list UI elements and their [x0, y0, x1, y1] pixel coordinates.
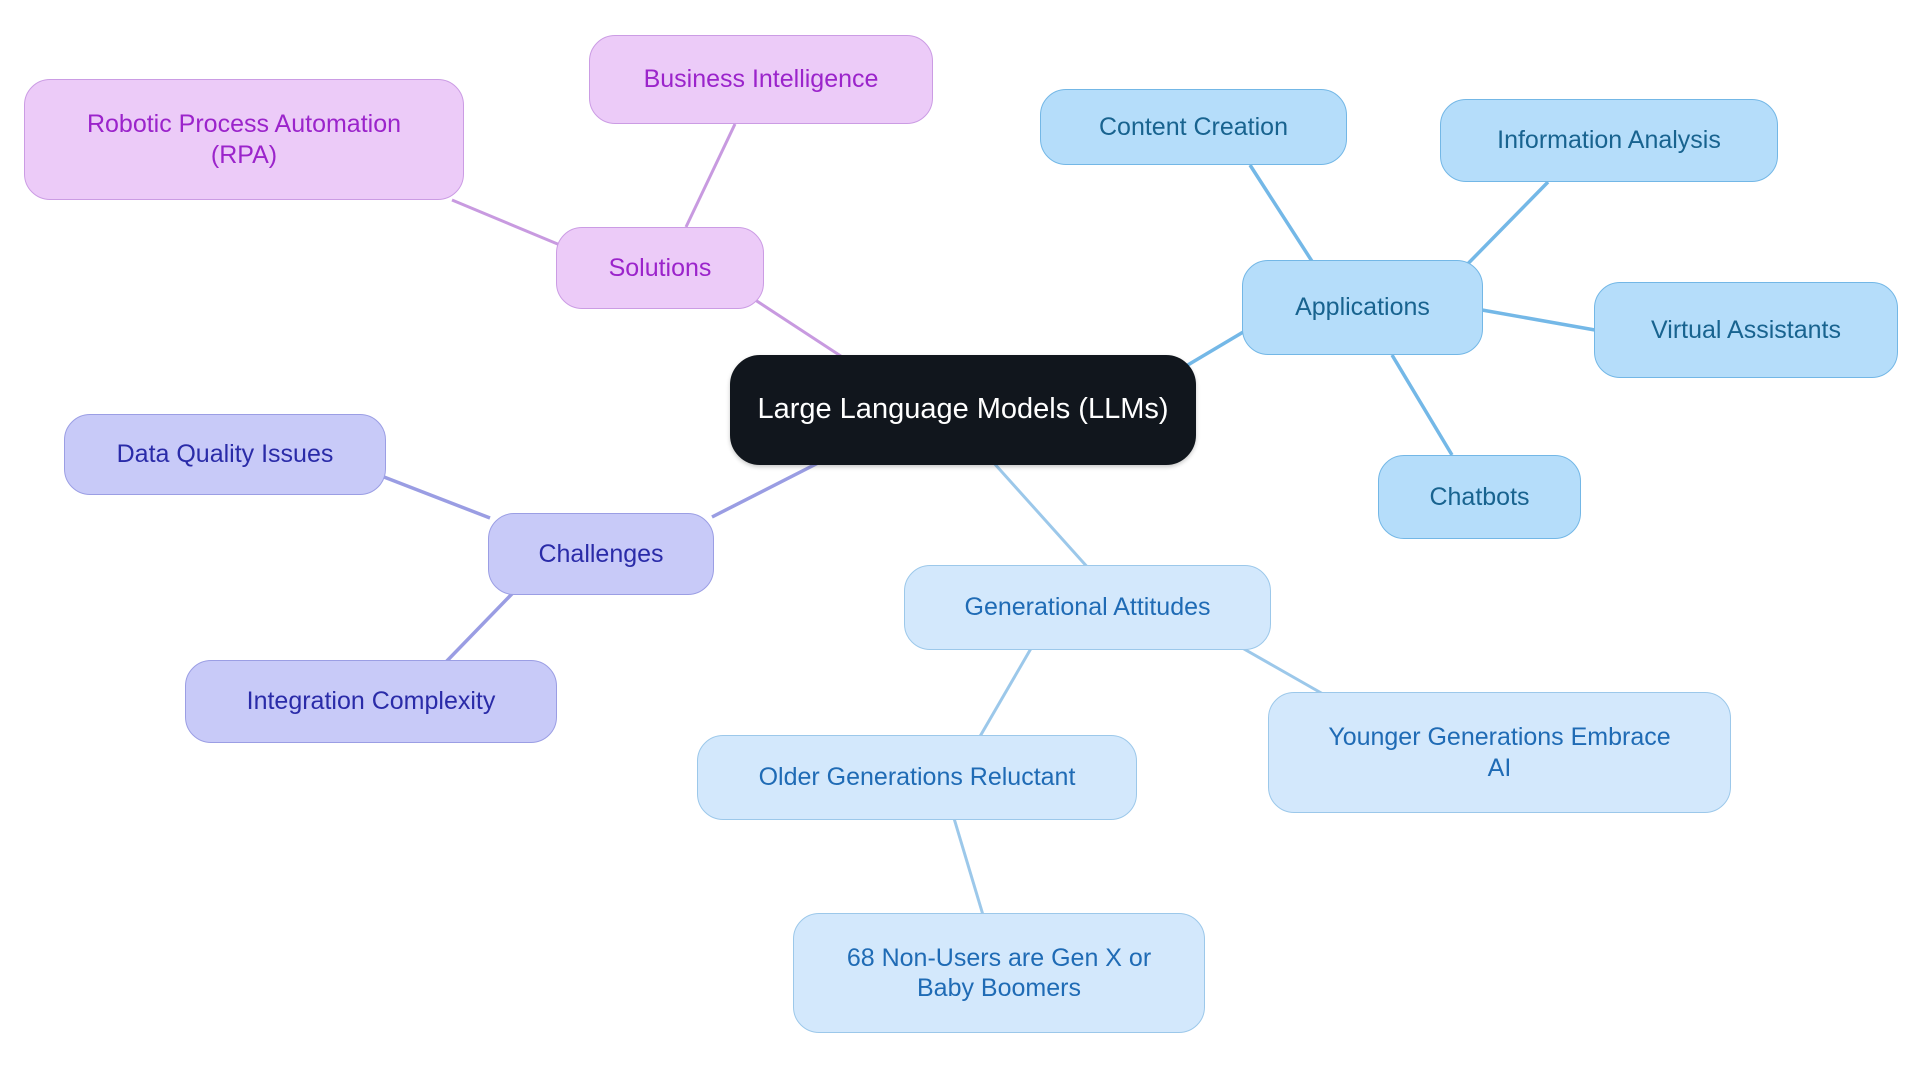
node-virtual-assistants-label: Virtual Assistants — [1651, 315, 1841, 344]
node-older-generations-reluctant[interactable]: Older Generations Reluctant — [697, 735, 1137, 820]
node-younger-generations-embrace-ai[interactable]: Younger Generations Embrace AI — [1268, 692, 1731, 813]
node-business-intelligence-label: Business Intelligence — [643, 65, 879, 94]
node-chatbots-label: Chatbots — [1429, 482, 1530, 511]
node-generational-attitudes[interactable]: Generational Attitudes — [904, 565, 1271, 650]
node-older-generations-reluctant-label: Older Generations Reluctant — [758, 763, 1076, 792]
mindmap-canvas: Large Language Models (LLMs) Solutions R… — [0, 0, 1920, 1083]
node-root[interactable]: Large Language Models (LLMs) — [730, 355, 1196, 465]
edge-root-generational — [991, 460, 1092, 572]
edge-applications-chatbots — [1390, 354, 1454, 456]
node-root-label: Large Language Models (LLMs) — [757, 393, 1169, 426]
node-non-users-stat-label: 68 Non-Users are Gen X or Baby Boomers — [846, 943, 1152, 1003]
edge-generational-younger — [1236, 643, 1331, 700]
node-content-creation[interactable]: Content Creation — [1040, 89, 1347, 165]
node-integration-complexity[interactable]: Integration Complexity — [185, 660, 557, 743]
node-generational-attitudes-label: Generational Attitudes — [964, 593, 1211, 622]
node-solutions[interactable]: Solutions — [556, 227, 764, 309]
node-applications[interactable]: Applications — [1242, 260, 1483, 355]
edge-solutions-bi — [684, 123, 737, 228]
node-chatbots[interactable]: Chatbots — [1378, 455, 1581, 539]
edge-solutions-rpa — [451, 198, 561, 247]
node-robotic-process-automation-label: Robotic Process Automation (RPA) — [86, 110, 402, 169]
node-information-analysis-label: Information Analysis — [1497, 126, 1721, 155]
node-robotic-process-automation[interactable]: Robotic Process Automation (RPA) — [24, 79, 464, 200]
node-business-intelligence[interactable]: Business Intelligence — [589, 35, 933, 124]
node-virtual-assistants[interactable]: Virtual Assistants — [1594, 282, 1898, 378]
node-younger-generations-embrace-ai-label: Younger Generations Embrace AI — [1328, 723, 1671, 782]
edge-applications-virtual-assistants — [1481, 308, 1596, 332]
node-data-quality-issues[interactable]: Data Quality Issues — [64, 414, 386, 495]
node-content-creation-label: Content Creation — [1098, 112, 1288, 141]
node-data-quality-issues-label: Data Quality Issues — [116, 440, 334, 469]
edge-generational-older — [973, 644, 1035, 746]
node-solutions-label: Solutions — [608, 253, 712, 282]
node-integration-complexity-label: Integration Complexity — [246, 687, 496, 716]
edge-challenges-data-quality — [383, 475, 491, 520]
node-non-users-stat[interactable]: 68 Non-Users are Gen X or Baby Boomers — [793, 913, 1205, 1033]
node-challenges[interactable]: Challenges — [488, 513, 714, 595]
edge-root-challenges — [711, 460, 821, 519]
node-applications-label: Applications — [1295, 293, 1430, 322]
edge-older-non-users — [951, 814, 985, 916]
node-challenges-label: Challenges — [538, 539, 664, 568]
node-information-analysis[interactable]: Information Analysis — [1440, 99, 1778, 182]
